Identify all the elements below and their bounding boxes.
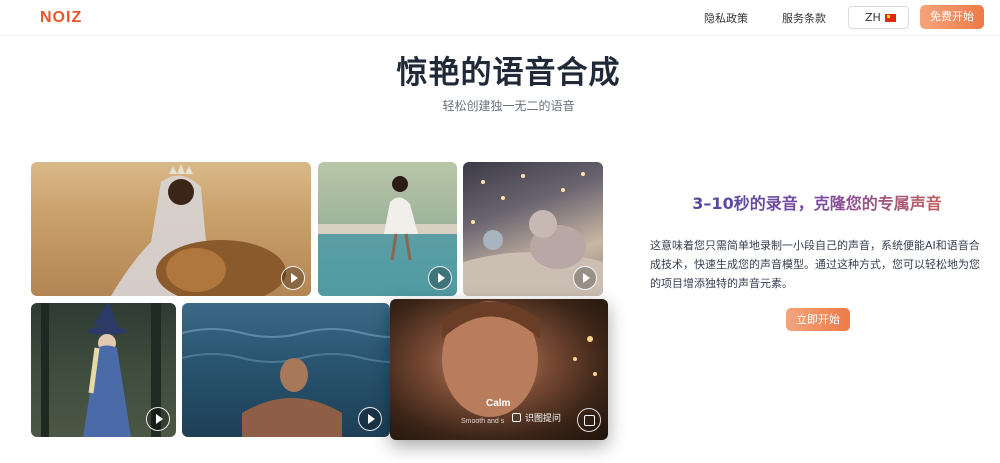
tile-caption: Calm: [486, 398, 511, 409]
flag-cn-icon: [885, 14, 896, 22]
play-icon[interactable]: [281, 266, 305, 290]
video-tile-witch[interactable]: [31, 303, 176, 437]
logo[interactable]: NOIZ: [40, 9, 82, 27]
play-icon[interactable]: [146, 407, 170, 431]
play-icon[interactable]: [573, 266, 597, 290]
nav-terms-link[interactable]: 服务条款: [782, 10, 826, 26]
video-tile-queen[interactable]: [31, 162, 311, 296]
video-tile-dragon[interactable]: [463, 162, 603, 296]
hero-subtitle: 轻松创建独一无二的语音: [442, 99, 575, 113]
video-tile-pool[interactable]: [318, 162, 457, 296]
start-now-button[interactable]: 立即开始: [786, 308, 850, 331]
tile-action-button[interactable]: [577, 408, 601, 432]
feature-title: 3–10秒的录音，克隆您的专属声音: [630, 190, 1000, 214]
play-icon[interactable]: [358, 407, 382, 431]
tile-subcaption: Smooth and s: [461, 418, 505, 425]
tile-image: [111, 164, 286, 296]
nav-privacy-link[interactable]: 隐私政策: [704, 10, 748, 26]
feature-body: 这意味着您只需简单地录制一小段自己的声音，系统便能AI和语音合成技术，快速生成您…: [650, 239, 980, 290]
video-tile-featured[interactable]: Calm Smooth and s 识图提问: [390, 299, 608, 440]
hero-title: 惊艳的语音合成: [396, 55, 621, 91]
free-start-button[interactable]: 免费开始: [920, 5, 984, 29]
site-header: NOIZ 隐私政策 服务条款 ZH 免费开始: [0, 0, 1000, 36]
play-icon[interactable]: [428, 266, 452, 290]
lens-label: 识图提问: [525, 414, 562, 424]
lens-search-chip[interactable]: 识图提问: [512, 411, 561, 424]
video-tile-water[interactable]: [182, 303, 390, 437]
lens-icon: [512, 413, 521, 422]
language-label: ZH: [865, 11, 881, 24]
language-selector[interactable]: ZH: [848, 6, 909, 29]
